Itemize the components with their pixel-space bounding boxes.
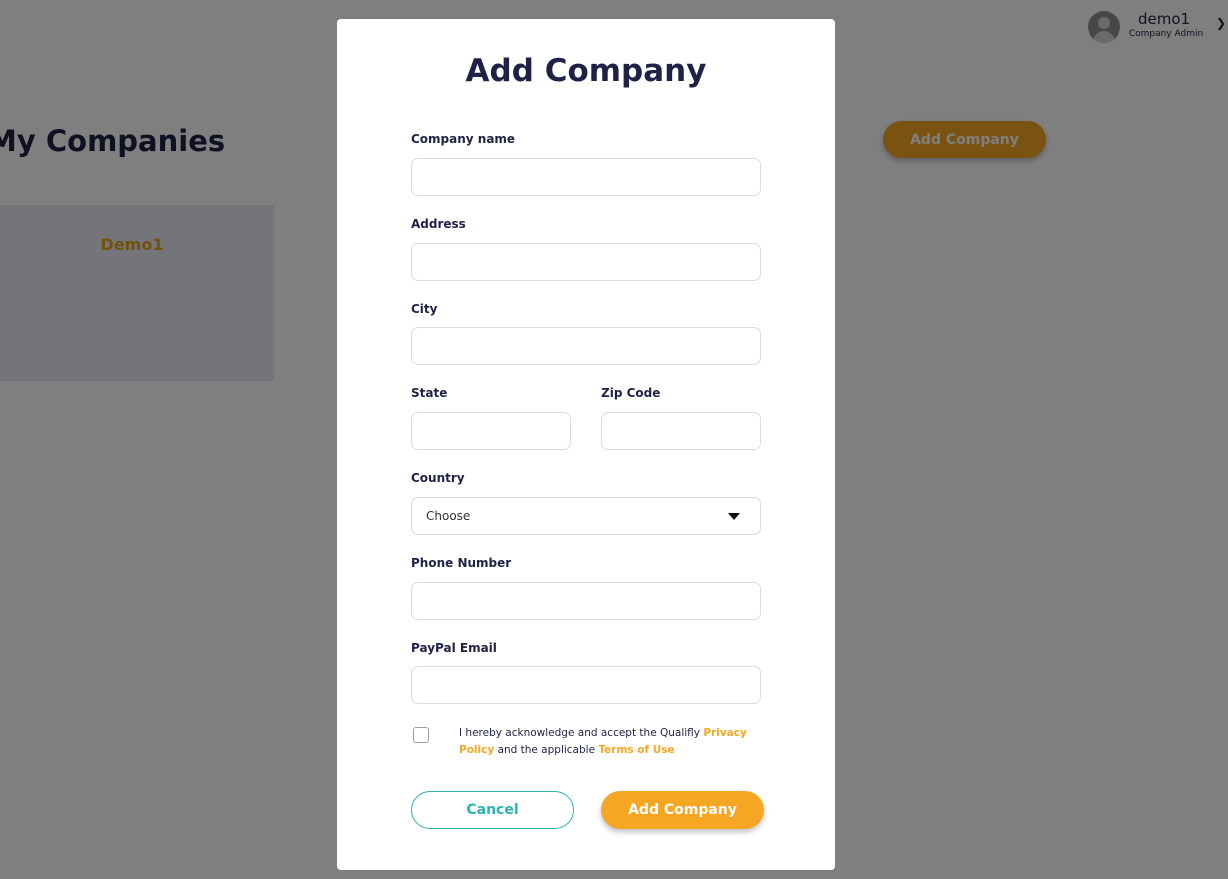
consent-text-middle: and the applicable <box>494 744 599 756</box>
phone-number-input[interactable] <box>411 582 761 620</box>
country-select[interactable]: Choose <box>411 497 761 535</box>
add-company-modal: Add Company Company name Address City St… <box>337 19 835 870</box>
country-selected-value: Choose <box>426 509 471 523</box>
zip-code-input[interactable] <box>601 412 761 450</box>
country-label: Country <box>411 471 465 485</box>
terms-of-use-link[interactable]: Terms of Use <box>598 744 674 756</box>
city-label: City <box>411 302 438 316</box>
state-label: State <box>411 386 448 400</box>
cancel-button[interactable]: Cancel <box>411 791 574 829</box>
submit-add-company-button[interactable]: Add Company <box>601 791 764 829</box>
modal-title: Add Company <box>465 53 707 89</box>
caret-down-icon <box>728 513 740 520</box>
consent-text-before: I hereby acknowledge and accept the Qual… <box>459 727 704 739</box>
state-input[interactable] <box>411 412 571 450</box>
zip-code-label: Zip Code <box>601 386 661 400</box>
address-input[interactable] <box>411 243 761 281</box>
city-input[interactable] <box>411 327 761 365</box>
company-name-label: Company name <box>411 132 516 146</box>
consent-text: I hereby acknowledge and accept the Qual… <box>459 725 759 759</box>
paypal-email-label: PayPal Email <box>411 641 497 655</box>
address-label: Address <box>411 217 466 231</box>
company-name-input[interactable] <box>411 158 761 196</box>
paypal-email-input[interactable] <box>411 666 761 704</box>
phone-number-label: Phone Number <box>411 556 512 570</box>
consent-checkbox[interactable] <box>413 727 429 743</box>
